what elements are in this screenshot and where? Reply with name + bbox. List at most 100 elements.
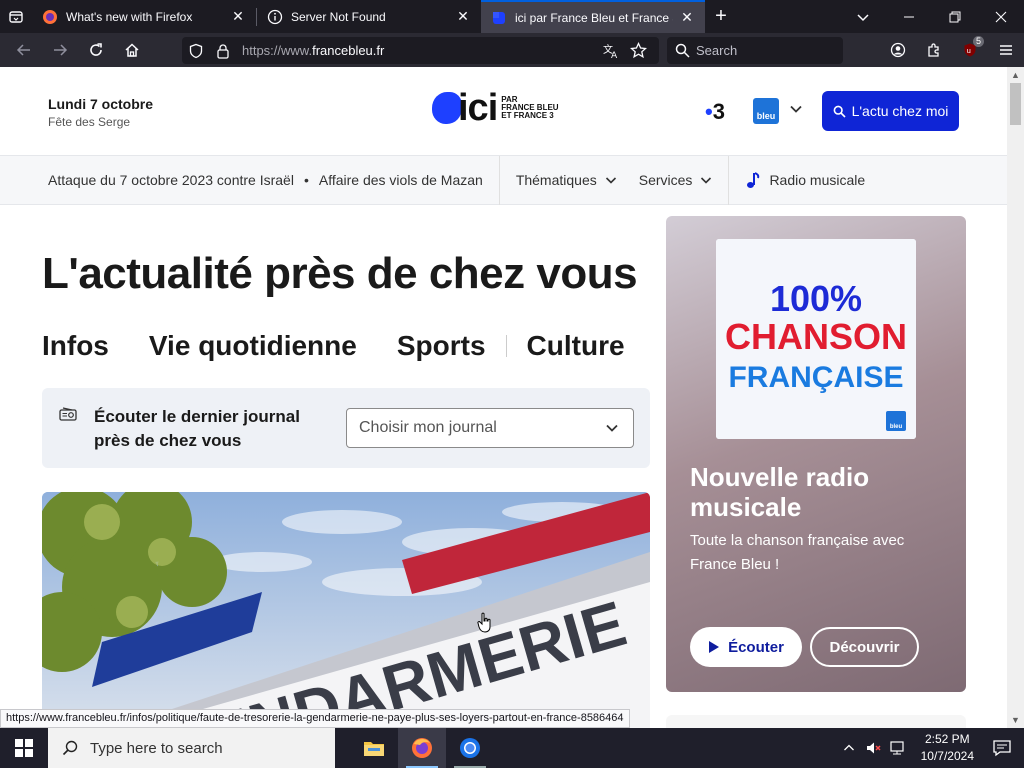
gendarmerie-photo: GENDARMERIE [42, 492, 650, 728]
category-divider [505, 335, 507, 357]
journal-line: Écouter le dernier journal [94, 407, 300, 426]
file-explorer-icon[interactable] [350, 728, 398, 768]
back-arrow-icon[interactable] [6, 33, 42, 67]
article-photo[interactable]: GENDARMERIE [42, 492, 650, 728]
search-input[interactable]: Search [667, 37, 843, 64]
speaker-muted-icon[interactable] [861, 740, 885, 756]
category-sports[interactable]: Sports [397, 330, 486, 362]
scrollbar-thumb[interactable] [1010, 83, 1021, 125]
category-tabs: Infos Vie quotidienne Sports Culture [42, 329, 625, 363]
current-date: Lundi 7 octobre [48, 96, 153, 112]
journal-select[interactable]: Choisir mon journal [346, 408, 634, 448]
windows-taskbar: Type here to search 2:52 PM 10/7/2024 [0, 728, 1024, 768]
nav-services[interactable]: Services [639, 172, 713, 188]
forward-arrow-icon[interactable] [42, 33, 78, 67]
address-bar[interactable]: https://www.francebleu.fr 文A [182, 37, 659, 64]
actu-chez-moi-button[interactable]: L'actu chez moi [822, 91, 959, 131]
francebleu-logo[interactable]: bleu [753, 98, 779, 124]
tab-server-not-found[interactable]: Server Not Found ✕ [257, 0, 481, 33]
nav-divider [498, 155, 500, 205]
category-vie-quotidienne[interactable]: Vie quotidienne [149, 330, 357, 362]
page-title: L'actualité près de chez vous [42, 249, 638, 298]
chevron-down-icon [701, 177, 712, 184]
close-tab-icon[interactable]: ✕ [455, 8, 471, 25]
listen-button[interactable]: Écouter [690, 627, 802, 667]
next-card [666, 715, 966, 728]
taskbar-firefox-icon[interactable] [398, 728, 446, 768]
radio-card-title: Nouvelle radio musicale [690, 462, 869, 522]
taskbar-search-input[interactable]: Type here to search [48, 728, 335, 768]
taskbar-search-placeholder: Type here to search [90, 739, 223, 757]
france3-logo[interactable]: •3 [705, 99, 725, 125]
list-all-tabs-icon[interactable] [0, 0, 32, 33]
restore-icon[interactable] [932, 0, 978, 33]
page-scrollbar[interactable]: ▲ ▼ [1007, 67, 1024, 728]
bookmark-star-icon[interactable] [630, 42, 647, 59]
nav-bullet: • [303, 172, 309, 188]
category-culture[interactable]: Culture [527, 330, 625, 362]
extensions-icon[interactable] [916, 33, 952, 67]
radio-card-description: Toute la chanson française avec France B… [690, 529, 904, 577]
shield-icon[interactable] [188, 43, 204, 59]
nav-radio-label: Radio musicale [769, 172, 866, 188]
minimize-icon[interactable] [886, 0, 932, 33]
toolbar-right: u 5 [880, 33, 1024, 67]
screen: What's new with Firefox ✕ Server Not Fou… [0, 0, 1024, 768]
ici-favicon-icon [491, 10, 507, 26]
ublock-extension-icon[interactable]: u 5 [952, 33, 988, 67]
tab-francebleu[interactable]: ici par France Bleu et France 3 – ✕ [481, 0, 705, 33]
notifications-icon[interactable] [984, 738, 1024, 758]
scroll-up-icon[interactable]: ▲ [1007, 67, 1024, 83]
lock-icon[interactable] [216, 43, 230, 59]
tab-overflow-chevron-icon[interactable] [840, 0, 886, 33]
france3-label: 3 [712, 99, 725, 124]
chevron-down-icon[interactable] [789, 102, 803, 121]
svg-text:u: u [967, 47, 971, 55]
radio-title-line: musicale [690, 492, 802, 522]
info-icon [267, 9, 283, 25]
album-cover[interactable]: 100% CHANSON FRANÇAISE bleu [716, 239, 916, 439]
translate-icon[interactable]: 文A [602, 42, 620, 60]
hamburger-menu-icon[interactable] [988, 33, 1024, 67]
journal-text: Écouter le dernier journal près de chez … [94, 405, 300, 453]
hand-cursor-icon [477, 612, 491, 633]
taskbar-clock[interactable]: 2:52 PM 10/7/2024 [911, 731, 984, 765]
close-tab-icon[interactable]: ✕ [679, 9, 695, 26]
ici-logo-text: ici [458, 87, 498, 129]
account-icon[interactable] [880, 33, 916, 67]
nav-services-label: Services [638, 172, 693, 188]
discover-button[interactable]: Découvrir [810, 627, 919, 667]
close-tab-icon[interactable]: ✕ [230, 8, 246, 25]
sub-navigation: Attaque du 7 octobre 2023 contre Israël … [0, 155, 1007, 205]
actu-button-label: L'actu chez moi [851, 103, 949, 119]
nav-radio-musicale[interactable]: Radio musicale [745, 171, 865, 189]
home-icon[interactable] [114, 33, 150, 67]
tab-whats-new[interactable]: What's new with Firefox ✕ [32, 0, 256, 33]
tab-title: What's new with Firefox [66, 9, 193, 24]
nav-divider [728, 155, 730, 205]
windows-start-icon[interactable] [0, 728, 48, 768]
reload-icon[interactable] [78, 33, 114, 67]
radio-promo-card: 100% CHANSON FRANÇAISE bleu Nouvelle rad… [666, 216, 966, 692]
chevron-down-icon [606, 424, 618, 432]
taskbar-chrome-app-icon[interactable] [446, 728, 494, 768]
url-text: https://www.francebleu.fr [242, 43, 384, 58]
radio-desc-line: France Bleu ! [690, 556, 780, 573]
clock-time: 2:52 PM [924, 732, 970, 746]
close-window-icon[interactable] [978, 0, 1024, 33]
chanson-francaise-cover: 100% CHANSON FRANÇAISE bleu [716, 239, 916, 439]
status-bar-url: https://www.francebleu.fr/infos/politiqu… [0, 709, 630, 728]
ici-logo[interactable]: ici PAR FRANCE BLEU ET FRANCE 3 [432, 87, 559, 129]
nav-link-attaque[interactable]: Attaque du 7 octobre 2023 contre Israël [48, 172, 294, 188]
chevron-up-icon[interactable] [837, 742, 861, 754]
scroll-down-icon[interactable]: ▼ [1007, 712, 1024, 728]
nav-link-mazan[interactable]: Affaire des viols de Mazan [319, 172, 483, 188]
category-infos[interactable]: Infos [42, 330, 109, 362]
journal-select-value: Choisir mon journal [359, 419, 497, 436]
new-tab-icon[interactable]: + [705, 0, 737, 33]
network-icon[interactable] [885, 740, 911, 756]
radio-desc-line: Toute la chanson française avec [690, 532, 905, 549]
ici-logo-subtitle: PAR FRANCE BLEU ET FRANCE 3 [501, 96, 558, 120]
cover-line2: CHANSON [725, 316, 907, 357]
nav-thematiques[interactable]: Thématiques [516, 172, 617, 188]
